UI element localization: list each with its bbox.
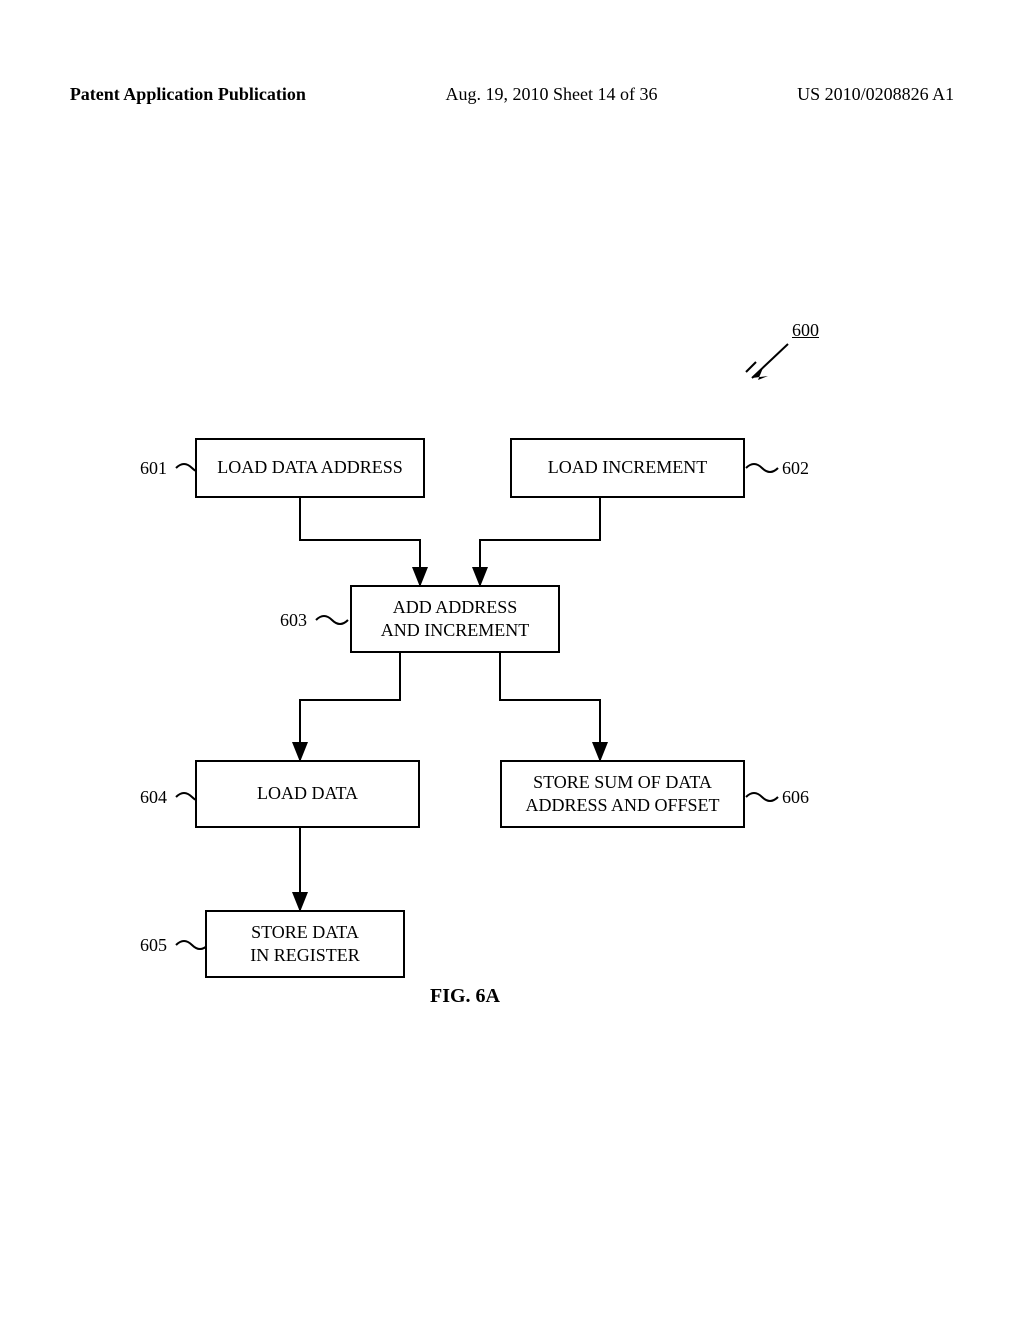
box-601-text: LOAD DATA ADDRESS (217, 456, 403, 479)
ref-603: 603 (280, 610, 307, 631)
box-load-data-address: LOAD DATA ADDRESS (195, 438, 425, 498)
figure-label: FIG. 6A (430, 985, 500, 1008)
box-602-text: LOAD INCREMENT (548, 456, 708, 479)
box-606-text: STORE SUM OF DATA ADDRESS AND OFFSET (525, 771, 719, 818)
ref-605: 605 (140, 935, 167, 956)
header-pubnum: US 2010/0208826 A1 (797, 84, 954, 105)
box-603-text: ADD ADDRESS AND INCREMENT (381, 596, 530, 643)
box-store-data-register: STORE DATA IN REGISTER (205, 910, 405, 978)
box-605-text: STORE DATA IN REGISTER (250, 921, 360, 968)
box-load-increment: LOAD INCREMENT (510, 438, 745, 498)
ref-602: 602 (782, 458, 809, 479)
box-load-data: LOAD DATA (195, 760, 420, 828)
box-add-address-increment: ADD ADDRESS AND INCREMENT (350, 585, 560, 653)
header-publication: Patent Application Publication (70, 84, 306, 105)
ref-600: 600 (792, 320, 819, 341)
box-604-text: LOAD DATA (257, 782, 358, 805)
ref-606: 606 (782, 787, 809, 808)
box-store-sum: STORE SUM OF DATA ADDRESS AND OFFSET (500, 760, 745, 828)
header-date-sheet: Aug. 19, 2010 Sheet 14 of 36 (445, 84, 657, 105)
ref-601: 601 (140, 458, 167, 479)
ref-604: 604 (140, 787, 167, 808)
diagram-connectors (0, 0, 1024, 1320)
page-header: Patent Application Publication Aug. 19, … (0, 84, 1024, 105)
